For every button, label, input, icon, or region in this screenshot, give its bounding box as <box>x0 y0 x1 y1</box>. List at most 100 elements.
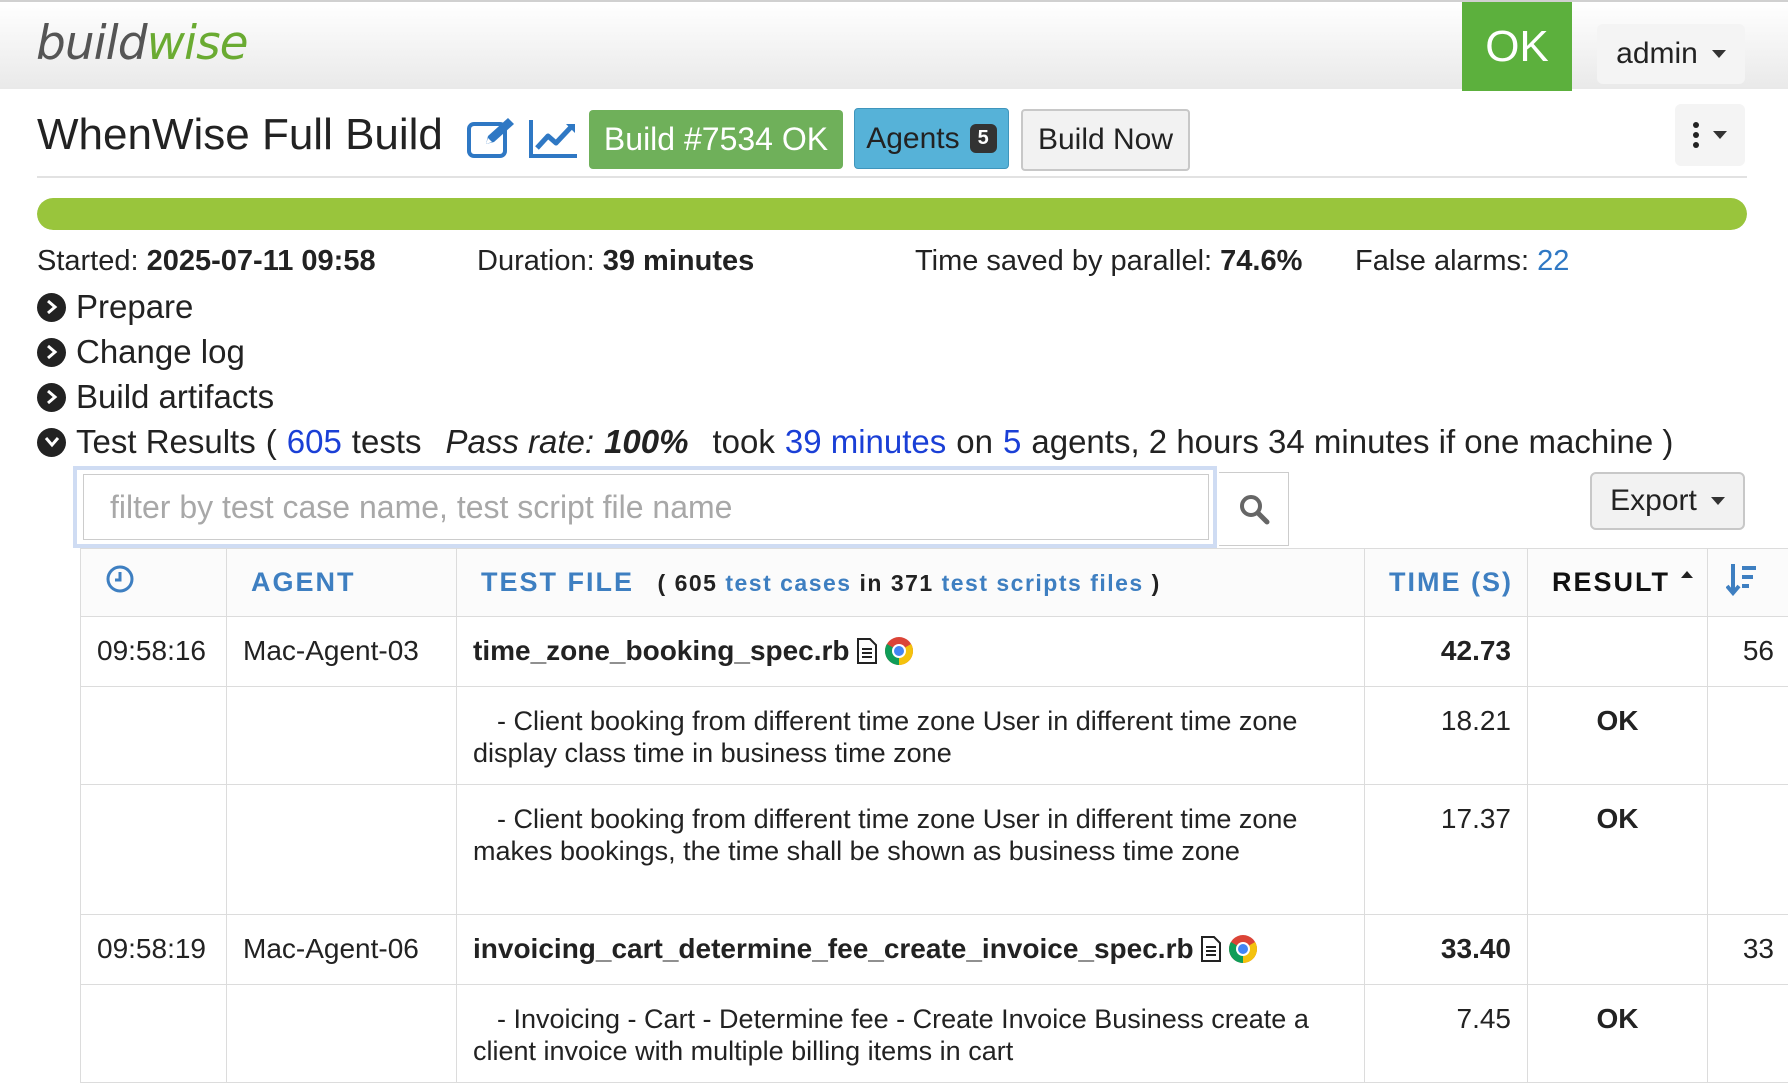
test-file-name[interactable]: invoicing_cart_determine_fee_create_invo… <box>473 933 1194 965</box>
user-menu-button[interactable]: admin <box>1597 24 1745 84</box>
chevron-right-circle-icon <box>37 292 66 322</box>
row-result <box>1527 616 1708 687</box>
sort-amount-icon <box>1725 564 1756 597</box>
took-duration-link[interactable]: 39 minutes <box>785 423 946 461</box>
table-row: - Client booking from different time zon… <box>80 784 1788 915</box>
chevron-right-circle-icon <box>37 382 66 412</box>
chevron-down-icon <box>1711 50 1726 58</box>
table-header-row: AGENT TEST FILE ( 605 test cases in 371 … <box>80 548 1788 617</box>
more-options-button[interactable] <box>1675 104 1745 166</box>
row-agent: Mac-Agent-06 <box>226 914 457 985</box>
clock-icon <box>106 565 134 593</box>
test-file-header-label: TEST FILE <box>481 567 634 597</box>
column-header-result[interactable]: RESULT <box>1527 548 1708 617</box>
document-icon[interactable] <box>856 637 878 665</box>
row-result: OK <box>1527 784 1708 915</box>
row-test-file: time_zone_booking_spec.rb <box>456 616 1365 687</box>
parallel-label: Time saved by parallel: <box>915 245 1213 277</box>
row-order <box>1707 784 1788 915</box>
header-divider <box>37 176 1747 178</box>
row-start-time <box>80 984 227 1083</box>
on-word: on <box>956 423 994 460</box>
section-prepare-label: Prepare <box>76 288 194 325</box>
section-test-results-label: Test Results <box>76 423 256 460</box>
section-build-artifacts[interactable]: Build artifacts <box>37 378 274 416</box>
pass-rate-value: 100% <box>604 423 689 460</box>
column-header-start-time[interactable] <box>80 548 227 617</box>
build-progress-bar <box>37 198 1747 230</box>
document-icon[interactable] <box>1200 935 1222 963</box>
table-row: 09:58:19 Mac-Agent-06 invoicing_cart_det… <box>80 914 1788 985</box>
edit-icon[interactable] <box>466 116 518 165</box>
test-case-name: - Client booking from different time zon… <box>473 706 1298 768</box>
section-build-artifacts-label: Build artifacts <box>76 378 275 415</box>
duration-label: Duration: <box>477 245 595 277</box>
row-duration: 33.40 <box>1364 914 1528 985</box>
line-chart-icon[interactable] <box>528 116 580 165</box>
chevron-right-circle-icon <box>37 337 66 367</box>
false-alarms-link[interactable]: 22 <box>1537 245 1569 277</box>
sort-asc-icon <box>1680 571 1693 578</box>
table-row: - Invoicing - Cart - Determine fee - Cre… <box>80 984 1788 1083</box>
row-test-case: - Client booking from different time zon… <box>456 686 1365 785</box>
test-file-summary: ( 605 test cases in 371 test scripts fil… <box>658 570 1161 596</box>
test-case-name: - Invoicing - Cart - Determine fee - Cre… <box>473 1004 1309 1066</box>
pass-rate-label: Pass rate: <box>445 423 595 460</box>
kebab-menu-icon <box>1693 122 1699 148</box>
summary-open-paren: ( <box>265 423 277 460</box>
build-now-button[interactable]: Build Now <box>1021 109 1190 171</box>
started-label: Started: <box>37 245 139 277</box>
row-duration: 17.37 <box>1364 784 1528 915</box>
started-value: 2025-07-11 09:58 <box>146 245 376 277</box>
false-alarms-stat: False alarms: 22 <box>1355 245 1569 278</box>
test-case-name: - Client booking from different time zon… <box>473 804 1298 866</box>
took-word: took <box>712 423 775 460</box>
search-button[interactable] <box>1219 472 1289 546</box>
started-stat: Started: 2025-07-11 09:58 <box>37 245 376 278</box>
row-agent <box>226 686 457 785</box>
row-start-time: 09:58:19 <box>80 914 227 985</box>
user-menu-label: admin <box>1616 37 1698 70</box>
test-file-name[interactable]: time_zone_booking_spec.rb <box>473 635 850 667</box>
tests-count-link[interactable]: 605 <box>287 423 342 461</box>
agents-count-badge: 5 <box>969 124 997 153</box>
row-start-time: 09:58:16 <box>80 616 227 687</box>
section-change-log-label: Change log <box>76 333 245 370</box>
summary-rest: agents, 2 hours 34 minutes if one machin… <box>1031 423 1674 460</box>
export-button[interactable]: Export <box>1590 472 1745 530</box>
column-header-agent[interactable]: AGENT <box>226 548 457 617</box>
false-alarms-label: False alarms: <box>1355 245 1530 277</box>
duration-value: 39 minutes <box>602 245 755 277</box>
test-file-sub-close: ) <box>1151 570 1161 596</box>
row-order: 33 <box>1707 914 1788 985</box>
export-label: Export <box>1610 484 1697 517</box>
page-title: WhenWise Full Build <box>37 110 443 159</box>
build-status-badge: OK <box>1462 2 1572 91</box>
column-header-order[interactable] <box>1707 548 1788 617</box>
test-cases-link[interactable]: test cases <box>725 570 851 596</box>
column-header-time[interactable]: TIME (S) <box>1364 548 1528 617</box>
build-status-button[interactable]: Build #7534 OK <box>589 110 843 169</box>
row-duration: 7.45 <box>1364 984 1528 1083</box>
test-results-table: AGENT TEST FILE ( 605 test cases in 371 … <box>80 548 1788 1083</box>
row-result: OK <box>1527 686 1708 785</box>
chevron-down-icon <box>1713 131 1727 139</box>
chevron-down-icon <box>1710 497 1725 505</box>
chrome-icon <box>884 637 913 665</box>
buildwise-logo[interactable]: buildwise <box>36 16 248 71</box>
tests-word: tests <box>351 423 422 460</box>
parallel-value: 74.6% <box>1220 245 1303 277</box>
row-start-time <box>80 784 227 915</box>
section-test-results[interactable]: Test Results ( 605 tests Pass rate: 100%… <box>37 423 1673 461</box>
top-navbar: buildwise OK admin <box>0 0 1788 91</box>
row-test-case: - Invoicing - Cart - Determine fee - Cre… <box>456 984 1365 1083</box>
chevron-down-circle-icon <box>37 427 66 457</box>
column-header-test-file[interactable]: TEST FILE ( 605 test cases in 371 test s… <box>456 548 1365 617</box>
agents-count-link[interactable]: 5 <box>1003 423 1021 461</box>
test-filter-input[interactable] <box>83 474 1209 540</box>
section-change-log[interactable]: Change log <box>37 333 245 371</box>
section-prepare[interactable]: Prepare <box>37 288 193 326</box>
test-scripts-link[interactable]: test scripts files <box>942 570 1144 596</box>
chrome-icon <box>1228 935 1257 963</box>
agents-button[interactable]: Agents 5 <box>854 108 1009 169</box>
